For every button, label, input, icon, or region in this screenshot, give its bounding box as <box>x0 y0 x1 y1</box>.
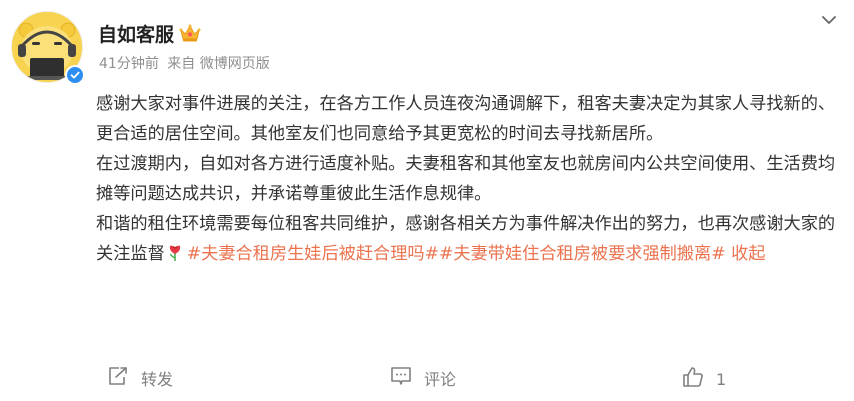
post-meta: 41分钟前 来自 微博网页版 <box>99 53 270 73</box>
repost-label: 转发 <box>141 370 174 389</box>
author-row: 自如客服 <box>98 19 201 47</box>
weibo-post-card: 自如客服 41分钟前 来自 微博网页版 感谢大家对事件进展的关注，在各方工作人员… <box>0 0 854 401</box>
post-source: 来自 微博网页版 <box>167 56 270 72</box>
author-name[interactable]: 自如客服 <box>98 20 174 47</box>
chevron-down-icon[interactable] <box>820 12 838 26</box>
repost-icon <box>107 366 141 390</box>
post-paragraph: 感谢大家对事件进展的关注，在各方工作人员连夜沟通调解下，租客夫妻决定为其家人寻找… <box>96 94 836 144</box>
hashtag-link[interactable]: #夫妻带娃住合租房被要求强制搬离# <box>439 244 726 264</box>
like-count: 1 <box>716 369 727 389</box>
action-bar: 转发 评论 1 <box>0 362 854 398</box>
post-time[interactable]: 41分钟前 <box>99 56 159 72</box>
repost-button[interactable]: 转发 <box>107 366 173 390</box>
comment-icon <box>390 366 424 390</box>
thumbs-up-icon <box>682 366 716 392</box>
author-avatar[interactable] <box>11 11 85 85</box>
comment-label: 评论 <box>424 370 457 389</box>
crown-icon <box>179 23 201 43</box>
post-paragraph-last: 和谐的租住环境需要每位租客共同维护，感谢各相关方为事件解决作出的努力，也再次感谢… <box>96 209 836 269</box>
hashtag-link[interactable]: #夫妻合租房生娃后被赶合理吗# <box>187 244 439 264</box>
collapse-link[interactable]: 收起 <box>731 244 765 264</box>
post-body: 感谢大家对事件进展的关注，在各方工作人员连夜沟通调解下，租客夫妻决定为其家人寻找… <box>96 89 836 269</box>
like-button[interactable]: 1 <box>682 366 726 392</box>
comment-button[interactable]: 评论 <box>390 366 456 390</box>
post-paragraph: 在过渡期内，自如对各方进行适度补贴。夫妻租客和其他室友也就房间内公共空间使用、生… <box>96 154 836 204</box>
rose-icon <box>167 242 183 261</box>
verified-badge-icon <box>65 65 85 85</box>
